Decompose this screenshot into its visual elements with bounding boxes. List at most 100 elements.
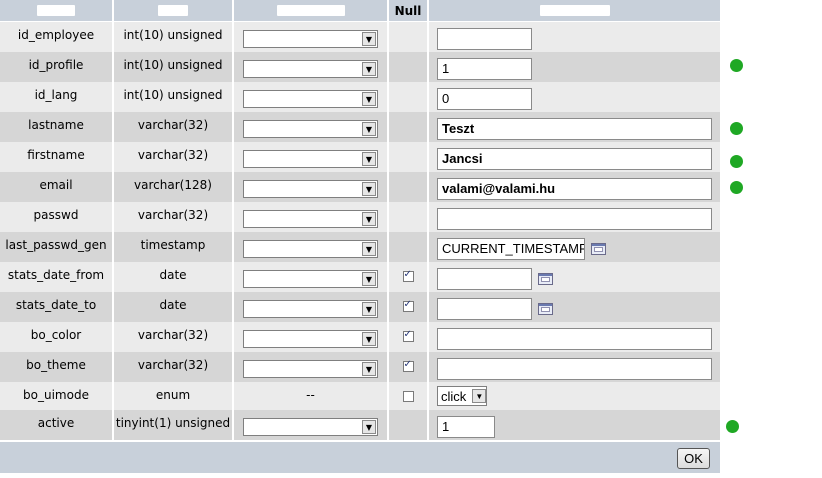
chevron-down-icon[interactable]: ▼: [362, 122, 376, 136]
function-select[interactable]: ▼: [243, 270, 378, 288]
field-name: passwd: [0, 202, 114, 232]
field-name: bo_uimode: [0, 382, 114, 412]
table-row: passwd varchar(32) ▼: [0, 202, 720, 232]
value-input[interactable]: [437, 268, 532, 290]
field-type: varchar(32): [114, 202, 234, 232]
function-select[interactable]: ▼: [243, 150, 378, 168]
chevron-down-icon[interactable]: ▼: [362, 182, 376, 196]
null-checkbox[interactable]: [402, 329, 414, 342]
field-name: email: [0, 172, 114, 202]
null-checkbox[interactable]: [402, 269, 414, 282]
chevron-down-icon[interactable]: ▼: [362, 420, 376, 434]
field-type: varchar(32): [114, 112, 234, 142]
null-checkbox[interactable]: [402, 359, 414, 372]
table-row: last_passwd_gen timestamp ▼ CURRENT_TIMESTA…: [0, 232, 720, 262]
required-dot-icon: [730, 122, 743, 135]
function-select[interactable]: ▼: [243, 240, 378, 258]
chevron-down-icon[interactable]: ▼: [362, 272, 376, 286]
null-cell: [389, 322, 429, 352]
field-type: date: [114, 292, 234, 322]
value-input[interactable]: 0: [437, 88, 532, 110]
function-cell: ▼: [234, 292, 389, 322]
header-column-type: [114, 0, 234, 21]
null-checkbox[interactable]: [402, 299, 414, 312]
function-select[interactable]: ▼: [243, 90, 378, 108]
function-select[interactable]: ▼: [243, 330, 378, 348]
field-name: bo_color: [0, 322, 114, 352]
function-select[interactable]: ▼: [243, 60, 378, 78]
null-cell: [389, 112, 429, 142]
ok-button[interactable]: OK: [677, 448, 710, 469]
value-input[interactable]: CURRENT_TIMESTAMP: [437, 238, 585, 260]
value-input[interactable]: Teszt: [437, 118, 712, 140]
function-select[interactable]: ▼: [243, 360, 378, 378]
function-cell: ▼: [234, 52, 389, 82]
table-row: id_lang int(10) unsigned ▼ 0: [0, 82, 720, 112]
value-input[interactable]: 1: [437, 416, 495, 438]
table-row: stats_date_from date ▼: [0, 262, 720, 292]
null-cell: [389, 52, 429, 82]
table-row: firstname varchar(32) ▼ Jancsi: [0, 142, 720, 172]
chevron-down-icon[interactable]: ▼: [362, 302, 376, 316]
field-type: timestamp: [114, 232, 234, 262]
null-cell: [389, 202, 429, 232]
value-cell: [429, 22, 720, 52]
null-cell: [389, 22, 429, 52]
null-cell: [389, 410, 429, 440]
calendar-icon[interactable]: [538, 273, 553, 285]
value-cell: Teszt: [429, 112, 720, 142]
value-cell: Jancsi: [429, 142, 720, 172]
chevron-down-icon[interactable]: ▼: [362, 362, 376, 376]
header-column-value: [429, 0, 720, 21]
function-cell: ▼: [234, 22, 389, 52]
field-name: stats_date_from: [0, 262, 114, 292]
chevron-down-icon[interactable]: ▼: [362, 212, 376, 226]
calendar-icon[interactable]: [591, 243, 606, 255]
value-select-text: click: [441, 388, 467, 404]
value-input[interactable]: [437, 298, 532, 320]
value-cell: 0: [429, 82, 720, 112]
value-input[interactable]: [437, 328, 712, 350]
chevron-down-icon[interactable]: ▼: [362, 32, 376, 46]
null-cell: [389, 232, 429, 262]
value-input[interactable]: Jancsi: [437, 148, 712, 170]
value-cell: [429, 322, 720, 352]
value-input[interactable]: [437, 208, 712, 230]
null-checkbox[interactable]: [402, 391, 414, 402]
function-select[interactable]: ▼: [243, 180, 378, 198]
function-select[interactable]: ▼: [243, 30, 378, 48]
value-cell: [429, 352, 720, 382]
field-name: id_profile: [0, 52, 114, 82]
chevron-down-icon[interactable]: ▼: [362, 242, 376, 256]
calendar-icon[interactable]: [538, 303, 553, 315]
value-cell: CURRENT_TIMESTAMP: [429, 232, 720, 262]
function-select[interactable]: ▼: [243, 418, 378, 436]
value-input[interactable]: valami@valami.hu: [437, 178, 712, 200]
chevron-down-icon[interactable]: ▼: [472, 389, 487, 403]
value-input[interactable]: [437, 358, 712, 380]
null-cell: [389, 382, 429, 412]
function-select[interactable]: ▼: [243, 120, 378, 138]
field-type: date: [114, 262, 234, 292]
value-input[interactable]: 1: [437, 58, 532, 80]
field-name: active: [0, 410, 114, 440]
table-row: lastname varchar(32) ▼ Teszt: [0, 112, 720, 142]
chevron-down-icon[interactable]: ▼: [362, 152, 376, 166]
chevron-down-icon[interactable]: ▼: [362, 62, 376, 76]
table-row: id_employee int(10) unsigned ▼: [0, 22, 720, 52]
field-type: tinyint(1) unsigned: [114, 410, 234, 440]
chevron-down-icon[interactable]: ▼: [362, 92, 376, 106]
null-cell: [389, 352, 429, 382]
null-cell: [389, 262, 429, 292]
null-cell: [389, 142, 429, 172]
null-cell: [389, 82, 429, 112]
function-cell: ▼: [234, 202, 389, 232]
required-dot-icon: [730, 181, 743, 194]
chevron-down-icon[interactable]: ▼: [362, 332, 376, 346]
function-select[interactable]: ▼: [243, 210, 378, 228]
required-dot-icon: [726, 420, 739, 433]
function-select[interactable]: ▼: [243, 300, 378, 318]
value-cell: click ▼: [429, 382, 720, 412]
value-input[interactable]: [437, 28, 532, 50]
value-select[interactable]: click ▼: [437, 386, 488, 406]
